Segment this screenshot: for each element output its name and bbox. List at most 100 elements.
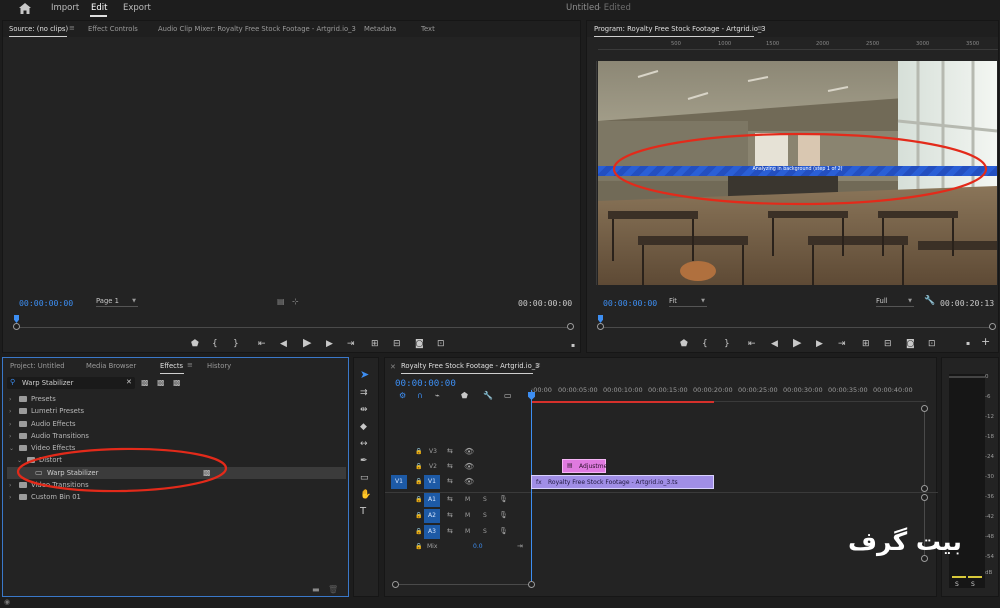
zoom-knob-right[interactable]: [567, 323, 574, 330]
microphone-icon[interactable]: 🎙: [499, 527, 508, 535]
go-to-in-icon[interactable]: ⇤: [748, 339, 756, 349]
pen-tool-icon[interactable]: ✒: [360, 456, 368, 466]
razor-tool-icon[interactable]: ◆: [360, 422, 367, 432]
track-label[interactable]: V2: [429, 463, 437, 470]
insert-clip-icon[interactable]: ⊞: [371, 339, 379, 349]
scroll-knob[interactable]: [392, 581, 399, 588]
eye-icon[interactable]: 👁: [464, 447, 474, 456]
status-eye-icon[interactable]: ◉: [4, 598, 10, 606]
go-to-out-icon[interactable]: ⇥: [838, 339, 846, 349]
lock-icon[interactable]: 🔒: [415, 463, 422, 470]
solo-button[interactable]: S: [483, 512, 487, 519]
wrench-icon[interactable]: 🔧: [483, 391, 493, 400]
add-marker-icon[interactable]: ⬟: [461, 391, 468, 400]
mix-value[interactable]: 0.0: [473, 543, 483, 550]
source-playhead[interactable]: [14, 315, 19, 323]
timeline-playhead[interactable]: [531, 390, 532, 588]
program-timecode[interactable]: 00:00:00:00: [603, 298, 657, 308]
track-target-a2[interactable]: A2: [424, 509, 440, 523]
sync-lock-icon[interactable]: ⇆: [447, 462, 453, 470]
panel-menu-icon[interactable]: ≡: [69, 24, 75, 32]
button-editor-icon[interactable]: ⊡: [928, 339, 936, 349]
go-to-end-icon[interactable]: ⇥: [517, 542, 523, 550]
mute-button[interactable]: M: [465, 496, 470, 503]
tree-item-presets[interactable]: › Presets: [9, 395, 56, 407]
mute-button[interactable]: M: [465, 528, 470, 535]
track-select-tool-icon[interactable]: ⇉: [360, 388, 368, 398]
scroll-knob[interactable]: [921, 405, 928, 412]
lock-icon[interactable]: 🔒: [415, 512, 422, 519]
quality-select[interactable]: Full ▼: [876, 297, 914, 307]
ripple-edit-tool-icon[interactable]: ⇹: [360, 405, 368, 415]
track-target-v1[interactable]: V1: [424, 475, 440, 489]
tab-sequence[interactable]: Royalty Free Stock Footage - Artgrid.io_…: [401, 362, 540, 370]
tab-media-browser[interactable]: Media Browser: [86, 362, 136, 370]
hand-tool-icon[interactable]: ✋: [360, 490, 371, 500]
wrench-icon[interactable]: 🔧: [924, 296, 935, 306]
camera-icon[interactable]: ◙: [906, 339, 915, 349]
tab-project[interactable]: Project: Untitled: [10, 362, 65, 370]
sync-lock-icon[interactable]: ⇆: [447, 527, 453, 535]
sync-lock-icon[interactable]: ⇆: [447, 447, 453, 455]
page-select[interactable]: Page 1 ▼: [96, 297, 138, 307]
tab-history[interactable]: History: [207, 362, 231, 370]
type-tool-icon[interactable]: T: [360, 507, 366, 517]
lock-icon[interactable]: 🔒: [415, 448, 422, 455]
solo-right-button[interactable]: S: [971, 581, 975, 588]
new-bin-icon[interactable]: ▬: [312, 585, 320, 594]
export-tab[interactable]: Export: [123, 3, 151, 13]
32bit-effects-icon[interactable]: ▩: [157, 378, 165, 387]
step-forward-icon[interactable]: ▶: [326, 339, 333, 349]
adjustment-layer-clip[interactable]: ▤ Adjustme: [562, 459, 607, 473]
nest-icon[interactable]: ⚙: [399, 391, 406, 400]
settings-icon[interactable]: ▤: [277, 297, 285, 306]
tab-source[interactable]: Source: (no clips): [9, 25, 68, 33]
add-button-icon[interactable]: +: [981, 336, 990, 347]
solo-button[interactable]: S: [483, 496, 487, 503]
tab-program[interactable]: Program: Royalty Free Stock Footage - Ar…: [594, 25, 766, 33]
panel-menu-icon[interactable]: ≡: [535, 361, 541, 369]
scroll-knob[interactable]: [528, 581, 535, 588]
accelerated-effects-icon[interactable]: ▩: [141, 378, 149, 387]
zoom-knob-right[interactable]: [989, 323, 996, 330]
tab-text[interactable]: Text: [421, 25, 435, 33]
track-target-a1[interactable]: A1: [424, 493, 440, 507]
zoom-knob-left[interactable]: [13, 323, 20, 330]
mark-out-icon[interactable]: }: [233, 339, 239, 349]
timeline-timecode[interactable]: 00:00:00:00: [395, 378, 456, 389]
source-timecode[interactable]: 00:00:00:00: [19, 298, 73, 308]
lock-icon[interactable]: 🔒: [415, 496, 422, 503]
linked-selection-icon[interactable]: ⌁: [435, 391, 440, 400]
microphone-icon[interactable]: 🎙: [499, 511, 508, 519]
go-to-in-icon[interactable]: ⇤: [258, 339, 266, 349]
scroll-knob[interactable]: [921, 494, 928, 501]
play-icon[interactable]: ▶: [793, 337, 801, 348]
mute-button[interactable]: M: [465, 512, 470, 519]
eye-icon[interactable]: 👁: [464, 477, 474, 486]
insert-icon[interactable]: ⊹: [292, 297, 299, 306]
close-icon[interactable]: ✕: [390, 363, 396, 371]
sync-lock-icon[interactable]: ⇆: [447, 495, 453, 503]
tab-audio-clip-mixer[interactable]: Audio Clip Mixer: Royalty Free Stock Foo…: [158, 25, 356, 33]
program-time-ruler[interactable]: [601, 327, 993, 328]
tab-effects[interactable]: Effects: [160, 362, 183, 370]
rectangle-tool-icon[interactable]: ▭: [360, 473, 369, 483]
import-tab[interactable]: Import: [51, 3, 79, 13]
tree-item-audio-transitions[interactable]: › Audio Transitions: [9, 432, 89, 444]
sync-lock-icon[interactable]: ⇆: [447, 511, 453, 519]
lock-icon[interactable]: 🔒: [415, 543, 422, 550]
home-icon[interactable]: [19, 3, 31, 14]
solo-button[interactable]: S: [483, 528, 487, 535]
zoom-knob-left[interactable]: [597, 323, 604, 330]
go-to-out-icon[interactable]: ⇥: [347, 339, 355, 349]
step-back-icon[interactable]: ◀: [771, 339, 778, 349]
tree-item-audio-effects[interactable]: › Audio Effects: [9, 420, 76, 432]
panel-menu-icon[interactable]: ≡: [187, 361, 193, 369]
video-scrollbar[interactable]: [924, 408, 925, 488]
marker-icon[interactable]: ⬟: [191, 339, 199, 349]
solo-left-button[interactable]: S: [955, 581, 959, 588]
panel-menu-icon[interactable]: ≡: [757, 24, 763, 32]
tab-metadata[interactable]: Metadata: [364, 25, 396, 33]
marker-icon[interactable]: ⬟: [680, 339, 688, 349]
snap-icon[interactable]: ∩: [417, 391, 423, 400]
